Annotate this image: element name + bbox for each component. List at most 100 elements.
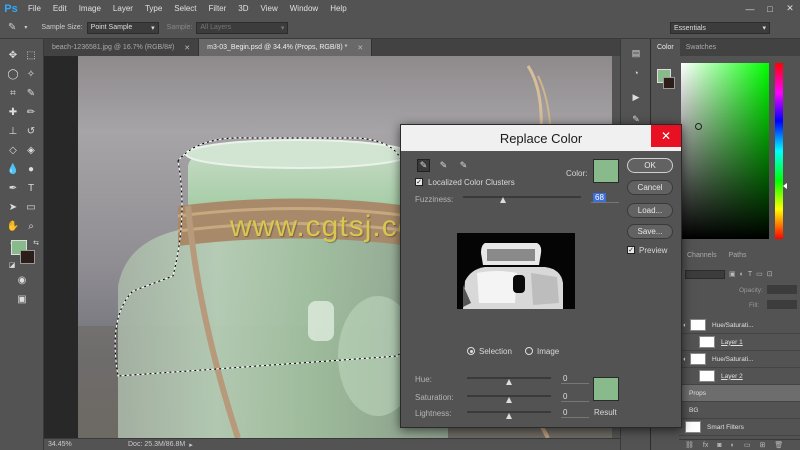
hue-slider-thumb[interactable]	[783, 183, 787, 189]
filter-type-icon[interactable]: T	[748, 271, 752, 278]
close-icon[interactable]: ✕	[357, 44, 363, 52]
minimize-button[interactable]: —	[740, 0, 760, 17]
layer-row-selected[interactable]: Props	[679, 385, 800, 402]
layer-row[interactable]: Smart Filters	[679, 419, 800, 436]
filter-adjust-icon[interactable]: ◐	[740, 271, 744, 278]
history-panel-icon[interactable]: ▤	[628, 45, 644, 61]
panel-background-swatch[interactable]	[663, 77, 675, 89]
tab-paths[interactable]: Paths	[723, 247, 753, 264]
tab-swatches[interactable]: Swatches	[680, 39, 722, 56]
menu-select[interactable]: Select	[168, 4, 202, 13]
layer-filter-select[interactable]	[685, 269, 725, 279]
layer-row[interactable]: ◐ Hue/Saturati...	[679, 351, 800, 368]
opacity-input[interactable]	[767, 285, 797, 294]
color-field[interactable]	[681, 63, 769, 239]
marquee-tool-icon[interactable]: ⬚	[23, 47, 39, 63]
dodge-tool-icon[interactable]: ●	[23, 161, 39, 177]
dialog-close-button[interactable]: ✕	[651, 125, 681, 147]
filter-smart-icon[interactable]: ⊡	[767, 270, 773, 278]
tab-channels[interactable]: Channels	[681, 247, 723, 264]
magic-wand-tool-icon[interactable]: ✧	[23, 66, 39, 82]
menu-layer[interactable]: Layer	[107, 4, 139, 13]
move-tool-icon[interactable]: ✥	[5, 47, 21, 63]
hue-slider-thumb[interactable]	[506, 379, 512, 385]
new-layer-icon[interactable]: ⊞	[759, 441, 765, 449]
actions-panel-icon[interactable]: ▶	[628, 89, 644, 105]
menu-filter[interactable]: Filter	[203, 4, 233, 13]
layer-row[interactable]: Layer 2	[679, 368, 800, 385]
layer-thumbnail[interactable]	[699, 336, 715, 348]
add-mask-icon[interactable]: ◙	[717, 442, 721, 449]
menu-type[interactable]: Type	[139, 4, 168, 13]
hand-tool-icon[interactable]: ✋	[5, 218, 21, 234]
new-group-icon[interactable]: ▭	[744, 441, 751, 449]
layer-row[interactable]: BG	[679, 402, 800, 419]
filter-shape-icon[interactable]: ▭	[756, 270, 763, 278]
screen-mode-icon[interactable]: ▣	[14, 291, 30, 307]
maximize-button[interactable]: □	[760, 0, 780, 17]
pen-tool-icon[interactable]: ✒	[5, 180, 21, 196]
selection-preview[interactable]	[457, 233, 575, 309]
crop-tool-icon[interactable]: ⌗	[5, 85, 21, 101]
menu-help[interactable]: Help	[324, 4, 352, 13]
selection-radio[interactable]	[467, 347, 475, 355]
ok-button[interactable]: OK	[627, 158, 673, 173]
blur-tool-icon[interactable]: 💧	[5, 161, 21, 177]
result-color-swatch[interactable]	[593, 377, 619, 401]
close-window-button[interactable]: ✕	[780, 0, 800, 17]
zoom-level[interactable]: 34.45%	[48, 441, 98, 448]
fuzziness-slider-track[interactable]	[463, 196, 581, 198]
image-radio[interactable]	[525, 347, 533, 355]
lightness-slider-thumb[interactable]	[506, 413, 512, 419]
lasso-tool-icon[interactable]: ◯	[5, 66, 21, 82]
hue-input[interactable]: 0	[561, 373, 589, 384]
load-button[interactable]: Load...	[627, 203, 673, 218]
default-colors-icon[interactable]: ◪	[4, 257, 20, 273]
healing-brush-tool-icon[interactable]: ✚	[5, 104, 21, 120]
link-layers-icon[interactable]: ⛓	[685, 441, 694, 449]
new-adjustment-icon[interactable]: ◐	[731, 442, 735, 449]
layer-mask-thumbnail[interactable]	[689, 353, 706, 365]
close-icon[interactable]: ✕	[184, 44, 190, 52]
eyedropper-preset-icon[interactable]: ✎	[8, 22, 16, 33]
saturation-slider-thumb[interactable]	[506, 397, 512, 403]
saturation-input[interactable]: 0	[561, 391, 589, 402]
rectangle-tool-icon[interactable]: ▭	[23, 199, 39, 215]
quick-mask-icon[interactable]: ◉	[14, 272, 30, 288]
layer-row[interactable]: Layer 1	[679, 334, 800, 351]
layer-style-icon[interactable]: fx	[703, 442, 708, 449]
hue-slider[interactable]	[775, 63, 787, 239]
menu-view[interactable]: View	[255, 4, 284, 13]
fuzziness-slider-thumb[interactable]	[500, 197, 507, 203]
eyedropper-icon[interactable]: ✎	[417, 159, 430, 172]
menu-file[interactable]: File	[22, 4, 47, 13]
localized-clusters-checkbox[interactable]: ✓	[415, 178, 423, 186]
selection-color-swatch[interactable]	[593, 159, 619, 183]
eyedropper-plus-icon[interactable]: ✎	[437, 159, 450, 172]
fill-input[interactable]	[767, 300, 797, 309]
tab-color[interactable]: Color	[651, 39, 680, 56]
cancel-button[interactable]: Cancel	[627, 180, 673, 195]
menu-window[interactable]: Window	[284, 4, 324, 13]
fuzziness-input[interactable]: 68	[591, 192, 619, 203]
menu-edit[interactable]: Edit	[47, 4, 73, 13]
workspace-select[interactable]: Essentials ▾	[670, 22, 770, 34]
eyedropper-minus-icon[interactable]: ✎	[457, 159, 470, 172]
save-button[interactable]: Save...	[627, 224, 673, 239]
type-tool-icon[interactable]: T	[23, 180, 39, 196]
delete-layer-icon[interactable]: 🗑	[774, 441, 783, 449]
tab-m3-03-begin[interactable]: m3-03_Begin.psd @ 34.4% (Props, RGB/8) *…	[199, 39, 373, 56]
zoom-tool-icon[interactable]: ⌕	[23, 218, 39, 234]
swap-colors-icon[interactable]: ⇆	[28, 235, 44, 251]
sample-select[interactable]: All Layers ▾	[196, 21, 289, 34]
eraser-tool-icon[interactable]: ◇	[5, 142, 21, 158]
layer-thumbnail[interactable]	[699, 370, 715, 382]
clone-stamp-tool-icon[interactable]: ⊥	[5, 123, 21, 139]
layer-row[interactable]: ◐ Hue/Saturati...	[679, 317, 800, 334]
color-picker-marker[interactable]	[695, 123, 702, 130]
paint-bucket-tool-icon[interactable]: ◈	[23, 142, 39, 158]
background-color-swatch[interactable]	[20, 250, 35, 264]
history-brush-tool-icon[interactable]: ↺	[23, 123, 39, 139]
chevron-right-icon[interactable]: ▸	[189, 441, 193, 449]
menu-image[interactable]: Image	[73, 4, 107, 13]
